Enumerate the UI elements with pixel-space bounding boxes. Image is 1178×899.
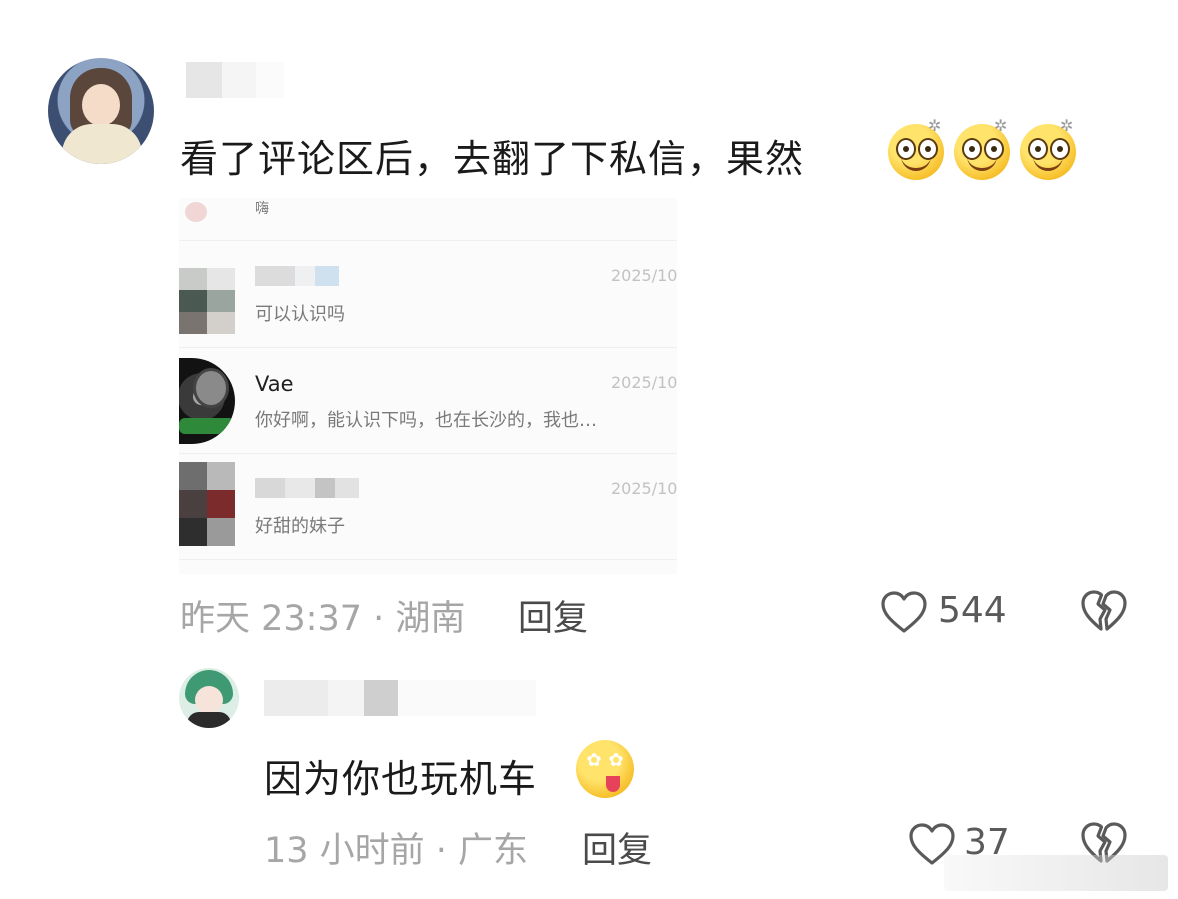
dm-avatar-vae [179, 358, 235, 444]
dm-date: 2025/10 [611, 479, 677, 498]
divider [179, 240, 677, 241]
like-count: 544 [938, 590, 1007, 631]
flower-eyes-tongue-emoji-icon: ✿ ✿ [576, 740, 634, 798]
replier-avatar[interactable] [179, 668, 239, 728]
dm-date: 2025/10 [611, 373, 677, 392]
dislike-broken-heart-icon[interactable] [1080, 588, 1128, 632]
reply-button[interactable]: 回复 [582, 822, 652, 873]
comment-time-location: 昨天 23:37 · 湖南 [180, 599, 466, 639]
reply-text: 因为你也玩机车 [264, 757, 538, 801]
divider [179, 559, 677, 560]
dm-partial-message: 嗨 [255, 201, 269, 217]
dm-message: 你好啊，能认识下吗，也在长沙的，我也… [255, 410, 597, 431]
reply-time-location: 13 小时前 · 广东 [264, 831, 529, 871]
partial-avatar [179, 198, 219, 228]
replier-name-redacted[interactable] [264, 680, 536, 716]
divider [179, 453, 677, 454]
reply-button[interactable]: 回复 [518, 590, 588, 641]
divider [179, 347, 677, 348]
commenter-name-redacted[interactable] [186, 62, 284, 98]
dm-message: 可以认识吗 [255, 304, 345, 325]
dizzy-smile-emoji-icon: ✲ [1020, 116, 1076, 180]
avatar-body [62, 124, 142, 164]
dizzy-smile-emoji-icon: ✲ [954, 116, 1010, 180]
dm-date: 2025/10 [611, 266, 677, 285]
dm-name: Vae [255, 372, 294, 396]
avatar-face [82, 84, 120, 126]
comment-text: 看了评论区后，去翻了下私信，果然 [180, 137, 805, 181]
dm-message: 好甜的妹子 [255, 516, 345, 537]
dm-name-redacted [255, 478, 359, 498]
dm-screenshot-image: 嗨 2025/10 可以认识吗 Vae 2025/10 你好啊，能认识下吗，也在… [179, 198, 677, 574]
like-heart-icon[interactable] [880, 590, 928, 634]
dm-avatar-pixelated [179, 268, 235, 334]
dm-avatar-pixelated [179, 462, 235, 546]
dm-name-redacted [255, 266, 339, 286]
commenter-avatar[interactable] [48, 58, 154, 164]
dizzy-smile-emoji-icon: ✲ [888, 116, 944, 180]
blurred-watermark [944, 855, 1168, 891]
